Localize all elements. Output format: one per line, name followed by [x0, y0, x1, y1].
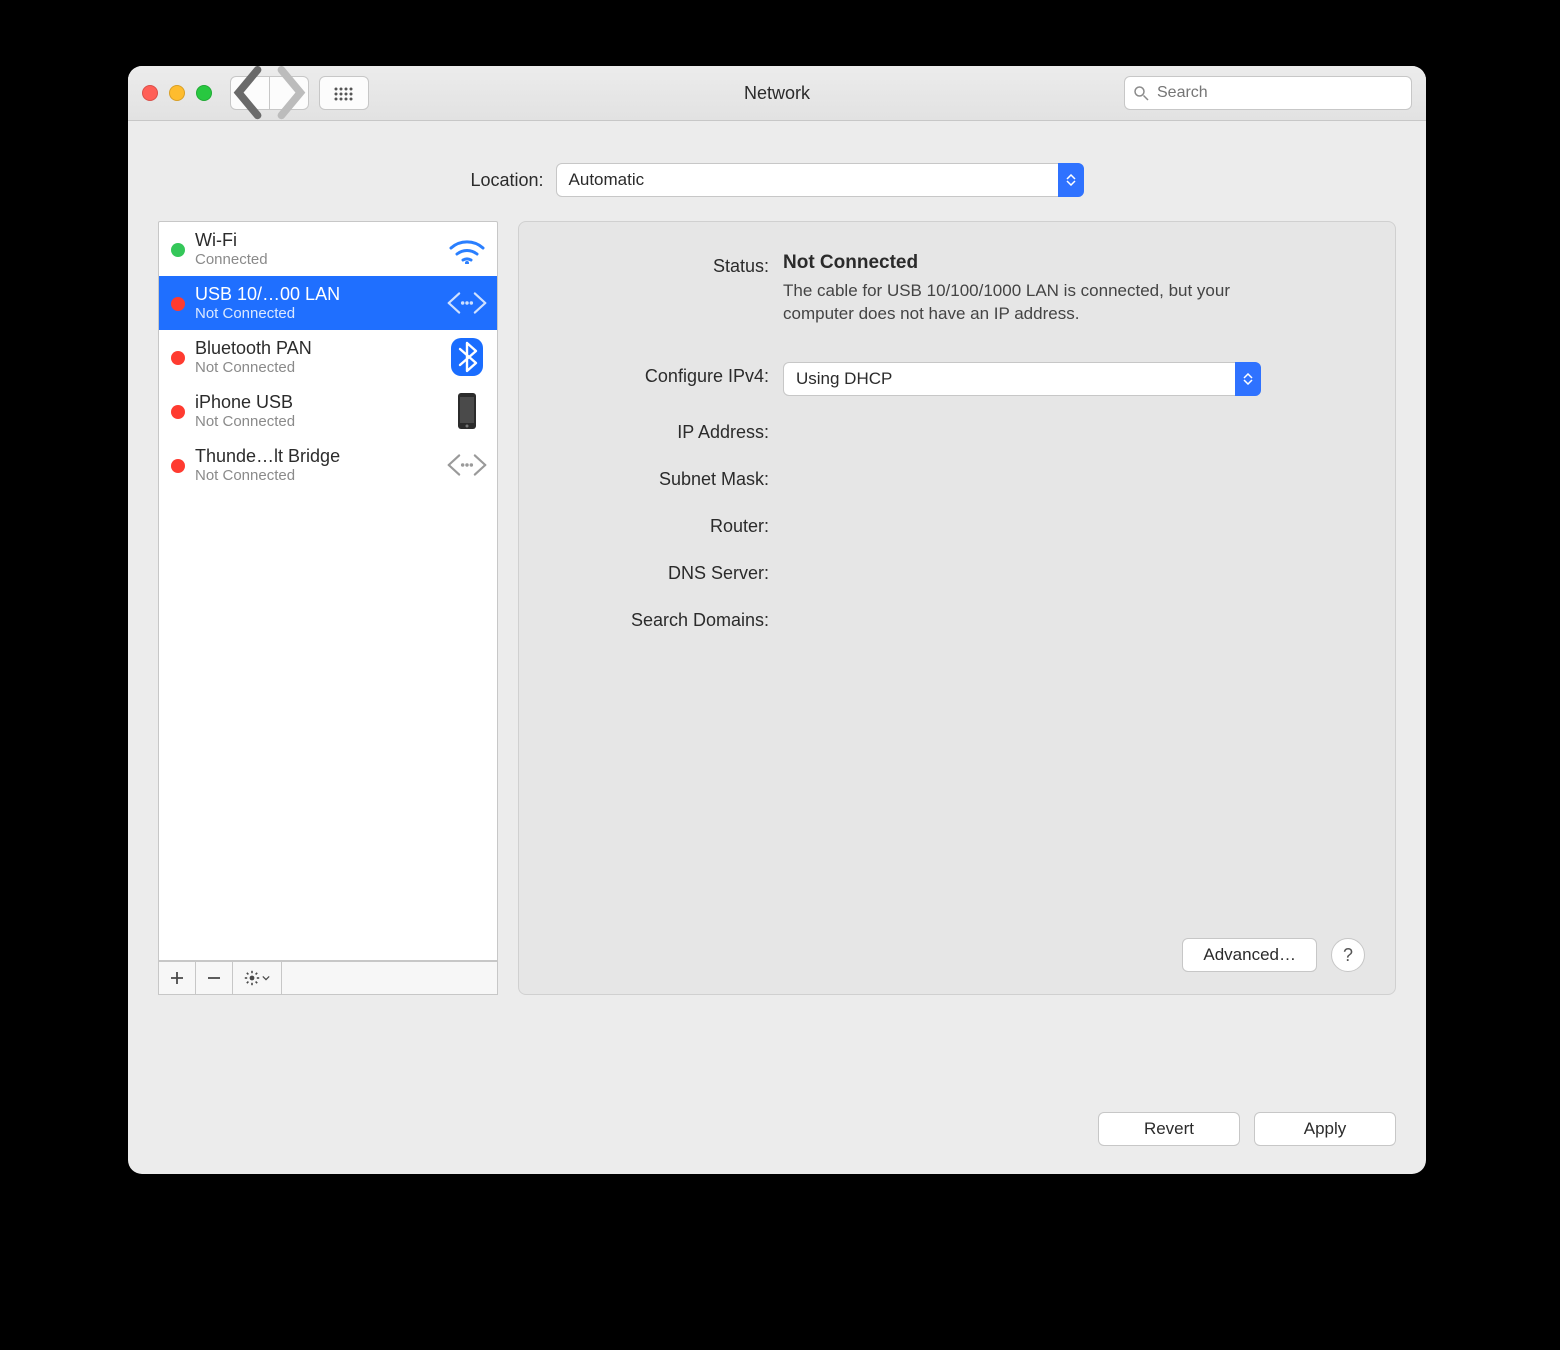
window-controls — [142, 85, 212, 101]
nav-buttons — [230, 76, 309, 110]
search-icon — [1133, 85, 1149, 101]
back-button[interactable] — [230, 76, 270, 110]
service-name: Thunde…lt Bridge — [195, 446, 437, 467]
service-status: Not Connected — [195, 359, 437, 376]
search-field[interactable] — [1124, 76, 1412, 110]
chevron-down-icon — [262, 975, 270, 981]
router-label: Router: — [549, 512, 783, 537]
status-value: Not Connected — [783, 252, 1365, 274]
minimize-window-button[interactable] — [169, 85, 185, 101]
service-status: Not Connected — [195, 413, 437, 430]
service-item-usb-lan[interactable]: USB 10/…00 LAN Not Connected — [159, 276, 497, 330]
status-dot-icon — [171, 297, 185, 311]
ethernet-icon — [447, 286, 487, 320]
location-select[interactable]: Automatic — [556, 163, 1084, 197]
dns-server-label: DNS Server: — [549, 559, 783, 584]
revert-button[interactable]: Revert — [1098, 1112, 1240, 1146]
wifi-icon — [447, 232, 487, 266]
location-row: Location: Automatic — [128, 163, 1426, 197]
search-domains-label: Search Domains: — [549, 606, 783, 631]
service-status: Not Connected — [195, 305, 437, 322]
status-dot-icon — [171, 459, 185, 473]
service-list: Wi-Fi Connected USB 10/…00 LAN Not Conne… — [158, 221, 498, 961]
configure-ipv4-value: Using DHCP — [796, 369, 892, 389]
forward-button[interactable] — [270, 76, 309, 110]
service-actions-button[interactable] — [233, 962, 282, 994]
close-window-button[interactable] — [142, 85, 158, 101]
status-label: Status: — [549, 252, 783, 277]
service-item-thunderbolt[interactable]: Thunde…lt Bridge Not Connected — [159, 438, 497, 492]
status-dot-icon — [171, 405, 185, 419]
content-area: Wi-Fi Connected USB 10/…00 LAN Not Conne… — [128, 197, 1426, 995]
titlebar: Network — [128, 66, 1426, 121]
service-item-wifi[interactable]: Wi-Fi Connected — [159, 222, 497, 276]
select-stepper-icon — [1058, 163, 1084, 197]
service-name: iPhone USB — [195, 392, 437, 413]
preferences-window: Network Location: Automatic Wi-Fi — [128, 66, 1426, 1174]
minus-icon — [207, 971, 221, 985]
configure-ipv4-label: Configure IPv4: — [549, 362, 783, 387]
advanced-button[interactable]: Advanced… — [1182, 938, 1317, 972]
service-name: Bluetooth PAN — [195, 338, 437, 359]
gear-icon — [244, 970, 260, 986]
add-service-button[interactable] — [159, 962, 196, 994]
ethernet-icon — [447, 448, 487, 482]
bluetooth-icon — [447, 340, 487, 374]
help-icon: ? — [1343, 945, 1353, 966]
service-item-bluetooth[interactable]: Bluetooth PAN Not Connected — [159, 330, 497, 384]
configure-ipv4-select[interactable]: Using DHCP — [783, 362, 1261, 396]
footer-buttons: Revert Apply — [1098, 1112, 1396, 1146]
service-status: Connected — [195, 251, 437, 268]
remove-service-button[interactable] — [196, 962, 233, 994]
status-dot-icon — [171, 351, 185, 365]
location-label: Location: — [470, 170, 543, 191]
service-item-iphone-usb[interactable]: iPhone USB Not Connected — [159, 384, 497, 438]
subnet-mask-label: Subnet Mask: — [549, 465, 783, 490]
select-stepper-icon — [1235, 362, 1261, 396]
service-name: Wi-Fi — [195, 230, 437, 251]
location-value: Automatic — [569, 170, 645, 190]
status-description: The cable for USB 10/100/1000 LAN is con… — [783, 280, 1243, 326]
apply-button[interactable]: Apply — [1254, 1112, 1396, 1146]
detail-panel: Status: Not Connected The cable for USB … — [518, 221, 1396, 995]
zoom-window-button[interactable] — [196, 85, 212, 101]
ip-address-label: IP Address: — [549, 418, 783, 443]
help-button[interactable]: ? — [1331, 938, 1365, 972]
service-name: USB 10/…00 LAN — [195, 284, 437, 305]
chevron-left-icon — [231, 66, 269, 119]
search-input[interactable] — [1155, 83, 1403, 103]
plus-icon — [170, 971, 184, 985]
show-all-button[interactable] — [319, 76, 369, 110]
sidebar: Wi-Fi Connected USB 10/…00 LAN Not Conne… — [158, 221, 498, 995]
status-dot-icon — [171, 243, 185, 257]
iphone-icon — [447, 394, 487, 428]
sidebar-toolbar — [158, 961, 498, 995]
chevron-right-icon — [270, 66, 308, 119]
grid-icon — [333, 85, 355, 101]
service-status: Not Connected — [195, 467, 437, 484]
